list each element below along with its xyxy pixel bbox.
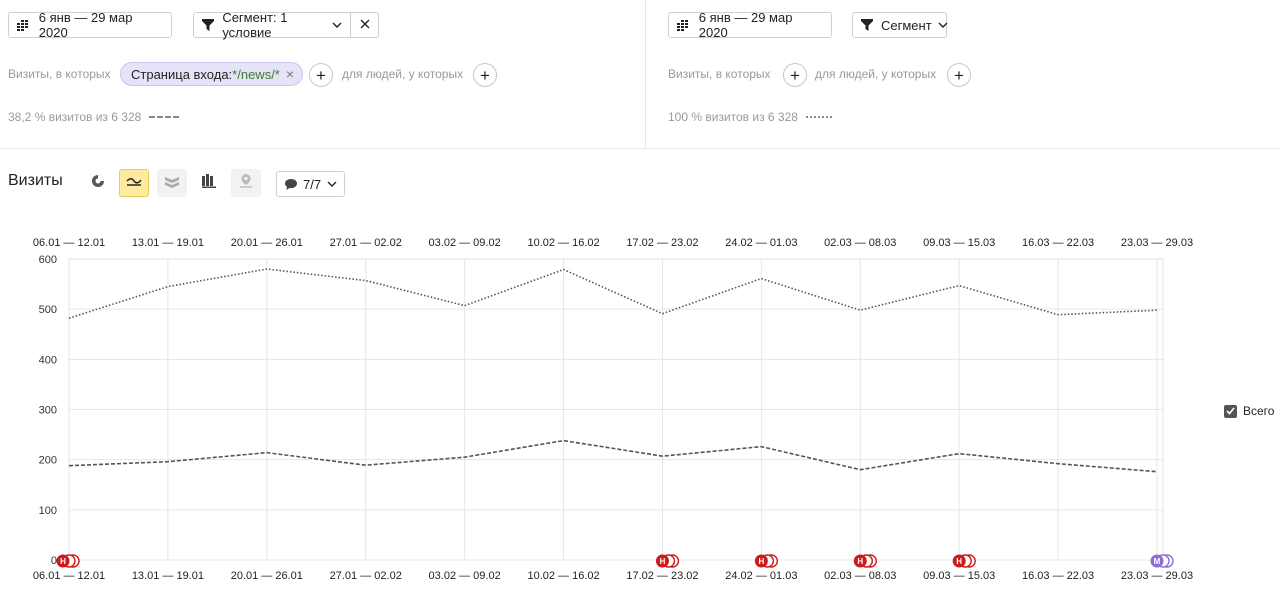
visits-line-chart: 0 100 200 300 400 500 600 06.01 — 12.01 06.01 — … (33, 237, 1193, 582)
chevron-down-icon (332, 22, 342, 28)
x-tick-label-bottom: 02.03 — 08.03 (824, 570, 896, 582)
add-visit-condition-button-right[interactable]: + (783, 63, 807, 87)
add-visit-condition-button[interactable]: + (309, 63, 333, 87)
x-tick-label-bottom: 03.02 — 09.02 (429, 570, 501, 582)
left-stat-text: 38,2 % визитов из 6 328 (8, 110, 142, 124)
left-people-label: для людей, у которых (342, 67, 464, 81)
pie-chart-icon (91, 174, 105, 193)
left-segment-panel: 6 янв — 29 мар 2020 Сегмент: 1 условие В… (0, 0, 646, 148)
x-tick-label-bottom: 27.01 — 02.02 (330, 570, 402, 582)
chip-remove-icon[interactable]: × (286, 66, 294, 82)
x-tick-label-bottom: 10.02 — 16.02 (527, 570, 599, 582)
calendar-icon (17, 18, 31, 32)
add-people-condition-button-right[interactable]: + (947, 63, 971, 87)
plus-icon: + (790, 65, 800, 85)
y-tick-label: 300 (39, 405, 57, 417)
x-tick-label-bottom: 24.02 — 01.03 (725, 570, 797, 582)
dashed-line-swatch (149, 116, 180, 118)
x-tick-label-top: 10.02 — 16.02 (527, 237, 599, 249)
x-tick-label-top: 13.01 — 19.01 (132, 237, 204, 249)
x-tick-label-bottom: 23.03 — 29.03 (1121, 570, 1193, 582)
add-people-condition-button[interactable]: + (473, 63, 497, 87)
entry-page-condition-chip[interactable]: Страница входа: */news/* × (120, 62, 304, 86)
y-tick-label: 100 (39, 505, 57, 517)
chart-type-area-button[interactable] (157, 169, 187, 197)
legend-label: Всего (1243, 404, 1275, 418)
right-segment-label: Сегмент (881, 17, 932, 33)
clear-segment-button[interactable] (351, 12, 379, 38)
plus-icon: + (316, 65, 326, 85)
left-segment-button[interactable]: Сегмент: 1 условие (193, 10, 351, 40)
right-stat-text: 100 % визитов из 6 328 (668, 110, 798, 124)
note-marker-label: Н (758, 557, 764, 566)
plus-icon: + (480, 65, 490, 85)
filter-icon (861, 18, 873, 32)
close-icon (360, 16, 370, 34)
y-tick-label: 500 (39, 304, 57, 316)
dotted-line-swatch (805, 116, 832, 118)
right-visits-label: Визиты, в которых (668, 67, 771, 81)
chevron-down-icon (938, 22, 948, 28)
chevron-down-icon (327, 181, 337, 187)
x-tick-label-top: 24.02 — 01.03 (725, 237, 797, 249)
x-tick-label-bottom: 06.01 — 12.01 (33, 570, 105, 582)
area-chart-icon (164, 174, 180, 193)
series-line-dotted (68, 268, 1158, 319)
right-segment-panel: 6 янв — 29 мар 2020 Сегмент Визиты, в ко… (646, 0, 1280, 148)
right-segment-stat: 100 % визитов из 6 328 (668, 110, 832, 124)
chart-type-map-button[interactable] (231, 169, 261, 197)
header-divider (0, 148, 1280, 149)
chip-key: Страница входа: (131, 66, 233, 82)
right-date-range-button[interactable]: 6 янв — 29 мар 2020 (668, 10, 832, 40)
x-tick-label-bottom: 13.01 — 19.01 (132, 570, 204, 582)
x-tick-label-bottom: 17.02 — 23.02 (626, 570, 698, 582)
y-tick-label: 400 (39, 354, 57, 366)
x-tick-label-top: 09.03 — 15.03 (923, 237, 995, 249)
chart-type-line-button[interactable] (119, 169, 149, 197)
x-tick-label-top: 03.02 — 09.02 (429, 237, 501, 249)
x-tick-label-bottom: 09.03 — 15.03 (923, 570, 995, 582)
x-tick-label-top: 20.01 — 26.01 (231, 237, 303, 249)
left-visits-label: Визиты, в которых (8, 67, 111, 81)
left-date-range-label: 6 янв — 29 мар 2020 (38, 10, 133, 40)
checkbox-checked-icon (1224, 404, 1237, 418)
filter-icon (202, 18, 215, 32)
right-segment-button[interactable]: Сегмент (852, 12, 948, 38)
line-chart-icon (126, 174, 142, 192)
note-marker-label: Н (660, 557, 666, 566)
y-tick-label: 0 (51, 555, 57, 567)
chart-type-bar-button[interactable] (194, 169, 224, 197)
left-segment-label: Сегмент: 1 условие (222, 10, 288, 40)
left-segment-stat: 38,2 % визитов из 6 328 (8, 110, 180, 124)
notes-filter-button[interactable]: 7/7 (276, 171, 346, 197)
legend-total[interactable]: Всего (1224, 404, 1274, 418)
x-tick-label-top: 23.03 — 29.03 (1121, 237, 1193, 249)
note-marker-label: М (1154, 557, 1161, 566)
x-tick-label-top: 27.01 — 02.02 (330, 237, 402, 249)
note-marker-label: Н (956, 557, 962, 566)
map-pin-icon (239, 173, 253, 194)
x-tick-label-bottom: 16.03 — 22.03 (1022, 570, 1094, 582)
chip-value: */news/* (232, 66, 280, 82)
y-tick-label: 600 (39, 254, 57, 266)
chart-title: Визиты (8, 172, 63, 189)
plus-icon: + (954, 65, 964, 85)
x-tick-label-top: 02.03 — 08.03 (824, 237, 896, 249)
x-tick-label-top: 06.01 — 12.01 (33, 237, 105, 249)
right-date-range-label: 6 янв — 29 мар 2020 (698, 10, 793, 40)
calendar-icon (677, 18, 691, 32)
note-marker-label: Н (857, 557, 863, 566)
left-date-range-button[interactable]: 6 янв — 29 мар 2020 (8, 10, 172, 40)
x-tick-label-top: 16.03 — 22.03 (1022, 237, 1094, 249)
y-tick-label: 200 (39, 455, 57, 467)
x-tick-label-top: 17.02 — 23.02 (626, 237, 698, 249)
note-marker-label: Н (60, 557, 66, 566)
x-tick-label-bottom: 20.01 — 26.01 (231, 570, 303, 582)
bar-chart-icon (202, 173, 216, 193)
notes-count-label: 7/7 (303, 176, 322, 192)
right-people-label: для людей, у которых (815, 67, 937, 81)
chart-type-pie-button[interactable] (83, 169, 113, 197)
series-line-dashed (68, 439, 1158, 473)
comment-icon (284, 178, 298, 191)
